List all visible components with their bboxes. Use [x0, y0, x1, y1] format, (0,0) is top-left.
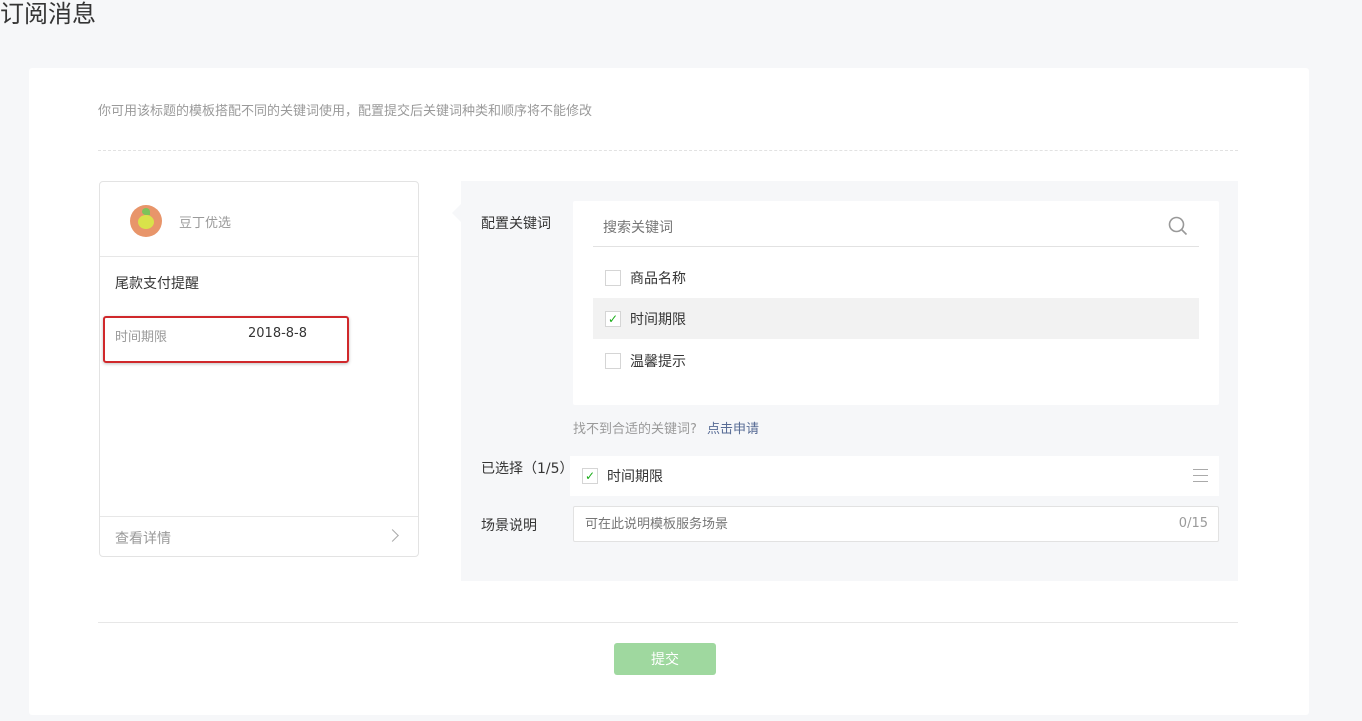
selected-keyword-item[interactable]: ✓ 时间期限: [570, 456, 1219, 496]
account-name: 豆丁优选: [179, 216, 232, 231]
scene-field[interactable]: 0/15: [573, 506, 1219, 542]
divider: [100, 256, 418, 257]
view-details-label: 查看详情: [115, 531, 171, 547]
avatar: [130, 205, 162, 237]
message-preview: 豆丁优选 尾款支付提醒 时间期限 2018-8-8 查看详情: [99, 181, 419, 557]
keyword-search-input[interactable]: [593, 209, 1173, 246]
message-title: 尾款支付提醒: [115, 276, 199, 292]
divider: [98, 150, 1238, 151]
checkbox-checked[interactable]: ✓: [582, 468, 598, 484]
field-value: 2018-8-8: [248, 326, 308, 341]
apply-keyword-link[interactable]: 点击申请: [707, 422, 759, 437]
checkbox[interactable]: [605, 269, 621, 286]
submit-button[interactable]: 提交: [614, 643, 716, 675]
divider: [593, 246, 1199, 247]
page-description: 你可用该标题的模板搭配不同的关键词使用，配置提交后关键词种类和顺序将不能修改: [98, 104, 593, 119]
search-icon[interactable]: [1168, 216, 1188, 236]
view-details-link[interactable]: 查看详情: [100, 517, 418, 557]
scene-label: 场景说明: [481, 518, 537, 534]
keyword-box: 商品名称 ✓ 时间期限 温馨提示: [573, 201, 1219, 405]
keyword-hint: 找不到合适的关键词? 点击申请: [573, 418, 759, 437]
chevron-right-icon: [386, 529, 399, 542]
hint-text: 找不到合适的关键词?: [573, 422, 697, 437]
keyword-option-label: 时间期限: [630, 311, 686, 328]
checkbox[interactable]: [605, 352, 621, 369]
field-label: 时间期限: [115, 330, 168, 345]
keyword-option[interactable]: 温馨提示: [593, 340, 1199, 381]
drag-handle-icon[interactable]: [1193, 469, 1208, 482]
scene-input[interactable]: [574, 507, 1134, 541]
keyword-option[interactable]: ✓ 时间期限: [593, 298, 1199, 339]
selected-keyword-label: 时间期限: [607, 469, 663, 485]
checkbox-checked[interactable]: ✓: [605, 310, 621, 327]
panel-arrow: [452, 203, 462, 223]
page-title: 订阅消息: [0, 0, 96, 28]
divider: [98, 622, 1238, 623]
keyword-label: 配置关键词: [481, 216, 551, 232]
keyword-option[interactable]: 商品名称: [593, 257, 1199, 298]
keyword-option-label: 温馨提示: [630, 353, 686, 370]
scene-counter: 0/15: [1178, 516, 1208, 531]
keyword-option-label: 商品名称: [630, 270, 686, 287]
selected-label: 已选择（1/5）: [481, 461, 574, 477]
